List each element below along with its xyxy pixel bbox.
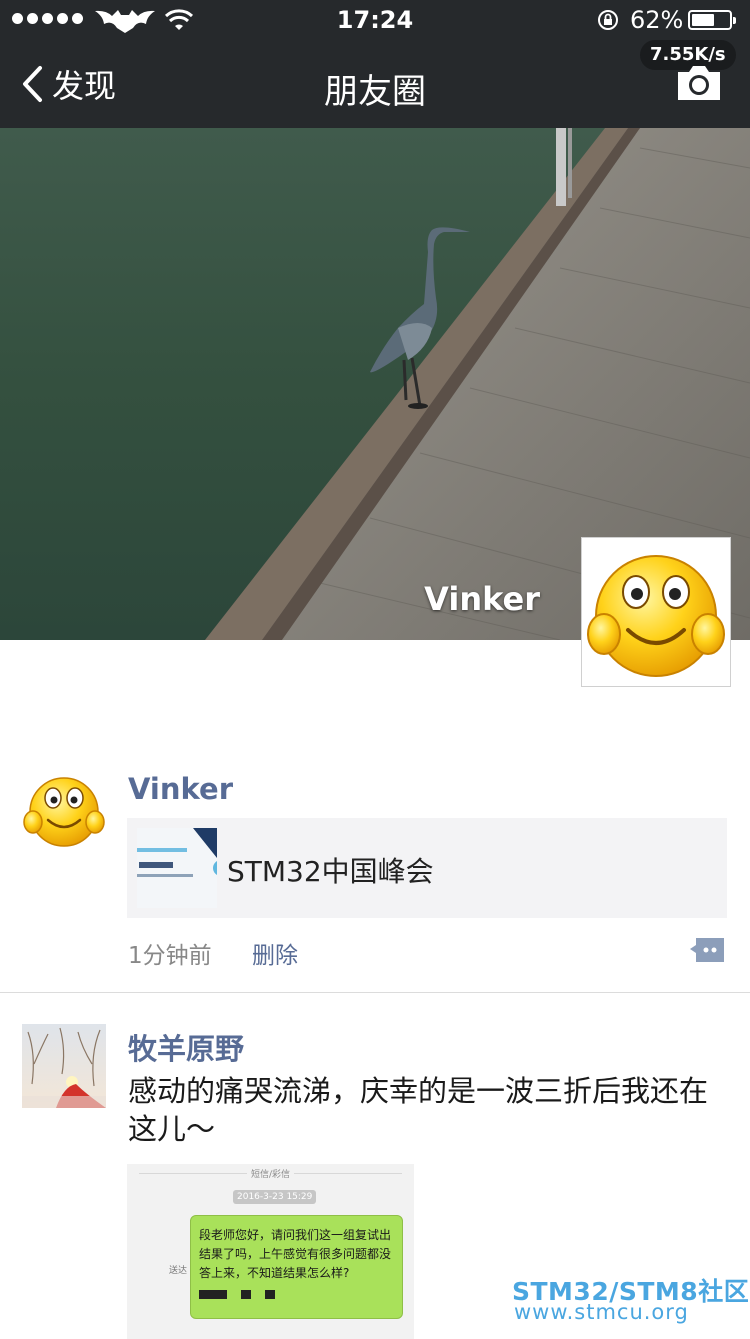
shared-link-card[interactable]: STM32中国峰会	[127, 818, 727, 918]
sms-sent-label: 送达	[169, 1266, 188, 1276]
post-divider	[0, 992, 750, 993]
redacted-signature	[199, 1285, 394, 1304]
link-title: STM32中国峰会	[227, 855, 434, 888]
watermark-url: www.stmcu.org	[514, 1300, 689, 1324]
sms-header: 短信/彩信	[127, 1167, 414, 1180]
post-image[interactable]: 短信/彩信 2016-3-23 15:29 送达 段老师您好，请问我们这一组复试…	[127, 1164, 414, 1339]
status-bar: 17:24 62%	[0, 0, 750, 40]
link-thumbnail	[137, 828, 217, 908]
cover-username: Vinker	[424, 580, 540, 618]
delete-link[interactable]: 删除	[252, 936, 298, 970]
camera-icon[interactable]	[674, 62, 724, 104]
sms-date: 2016-3-23 15:29	[233, 1190, 317, 1204]
top-bar: 17:24 62% 7.55K/s 发现 朋友圈	[0, 0, 750, 128]
battery-icon	[688, 10, 736, 30]
post-timestamp: 1分钟前	[128, 943, 212, 969]
post-avatar[interactable]	[22, 1024, 106, 1108]
page-title: 朋友圈	[324, 72, 426, 112]
post-username[interactable]: Vinker	[128, 772, 233, 806]
battery-percent: 62%	[630, 6, 684, 34]
smiley-avatar-icon	[587, 555, 725, 677]
post-avatar[interactable]	[22, 768, 106, 852]
sms-message: 段老师您好，请问我们这一组复试出结果了吗，上午感觉有很多问题都没答上来，不知道结…	[199, 1228, 392, 1280]
profile-avatar[interactable]	[581, 537, 731, 687]
sms-bubble: 段老师您好，请问我们这一组复试出结果了吗，上午感觉有很多问题都没答上来，不知道结…	[190, 1215, 403, 1319]
post-username[interactable]: 牧羊原野	[128, 1026, 244, 1068]
post-text: 感动的痛哭流涕，庆幸的是一波三折后我还在这儿～	[128, 1074, 709, 1146]
rotation-lock-icon	[598, 10, 618, 30]
comment-icon[interactable]	[688, 936, 726, 964]
